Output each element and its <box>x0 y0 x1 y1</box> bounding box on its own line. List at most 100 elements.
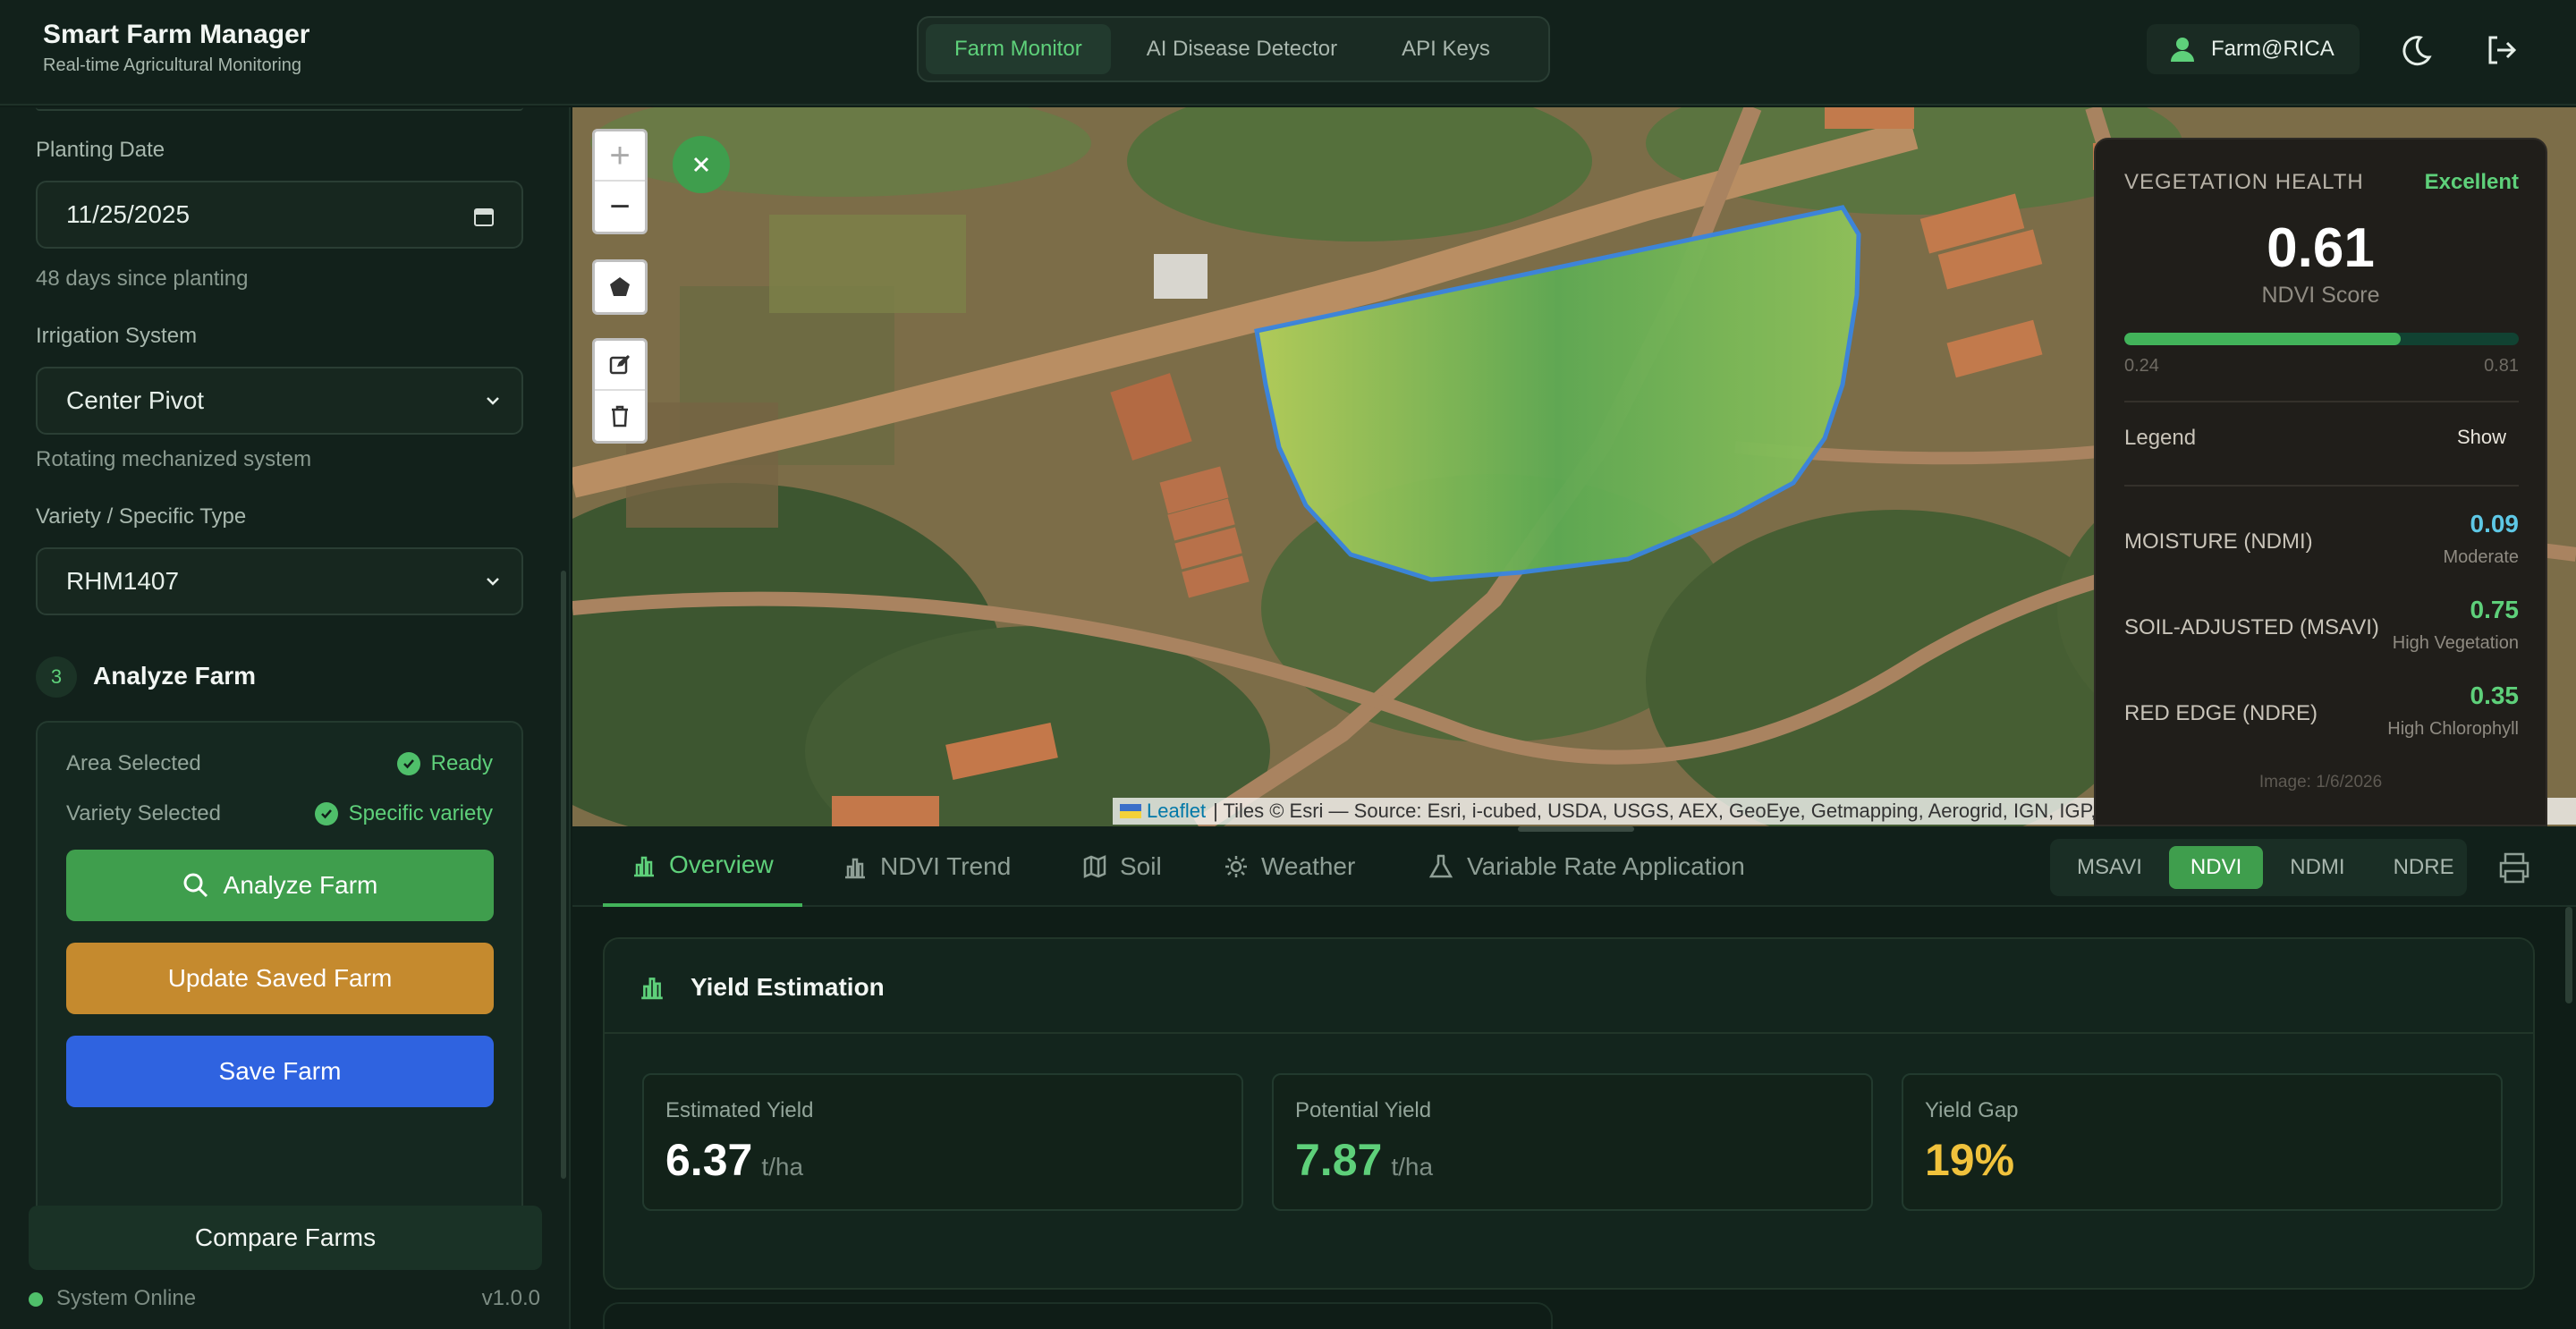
update-saved-farm-button[interactable]: Update Saved Farm <box>66 943 494 1014</box>
ndvi-range-min: 0.24 <box>2124 356 2159 376</box>
zoom-in-button[interactable]: + <box>595 131 645 182</box>
check-icon <box>396 752 420 775</box>
index-name: MOISTURE (NDMI) <box>2124 529 2313 554</box>
area-status: Ready <box>396 751 493 776</box>
save-farm-button[interactable]: Save Farm <box>66 1036 494 1107</box>
app-header: Smart Farm Manager Real-time Agricultura… <box>0 0 2576 106</box>
vegetation-health-panel: VEGETATION HEALTH Excellent 0.61 NDVI Sc… <box>2094 138 2547 826</box>
tab-variable-rate-application[interactable]: Variable Rate Application <box>1428 826 1745 907</box>
content-scrollbar[interactable] <box>2565 907 2572 1003</box>
index-option-ndvi[interactable]: NDVI <box>2168 846 2264 889</box>
moon-icon[interactable] <box>2397 32 2433 68</box>
index-value: 0.09 <box>2470 510 2520 538</box>
draw-polygon-button[interactable] <box>595 262 645 312</box>
tab-weather[interactable]: Weather <box>1224 826 1355 907</box>
step-badge: 3 <box>36 656 77 698</box>
metric-number: 6.37 <box>665 1135 753 1185</box>
tab-soil[interactable]: Soil <box>1082 826 1162 907</box>
divider <box>2124 401 2519 402</box>
irrigation-select[interactable]: Center Pivot <box>36 367 523 435</box>
tab-label: Soil <box>1120 852 1162 880</box>
user-icon <box>2171 38 2194 62</box>
vegetation-heading: VEGETATION HEALTH <box>2124 170 2364 194</box>
index-option-ndmi[interactable]: NDMI <box>2268 846 2366 889</box>
close-draw-button[interactable] <box>673 136 730 193</box>
overview-content: Yield Estimation Estimated Yield 6.37 t/h… <box>572 909 2576 1329</box>
chevron-down-icon <box>487 578 499 586</box>
calendar-icon[interactable] <box>473 206 495 227</box>
legend-show-toggle[interactable]: Show <box>2457 426 2506 449</box>
zoom-control: + − <box>592 129 648 234</box>
metric-estimated-yield: Estimated Yield 6.37 t/ha <box>642 1073 1243 1211</box>
map-icon <box>1083 855 1106 878</box>
zoom-out-button[interactable]: − <box>595 182 645 232</box>
planting-date-value: 11/25/2025 <box>66 200 191 228</box>
ndvi-range-bar <box>2124 333 2519 345</box>
image-date: Image: 1/6/2026 <box>2258 773 2383 791</box>
index-value: 0.75 <box>2470 596 2520 623</box>
vegetation-rating: Excellent <box>2424 170 2519 194</box>
metric-label: Estimated Yield <box>665 1098 814 1122</box>
card-header: Yield Estimation <box>605 939 2533 1034</box>
metric-label: Potential Yield <box>1295 1098 1432 1122</box>
nav-farm-monitor[interactable]: Farm Monitor <box>926 24 1111 74</box>
index-name: RED EDGE (NDRE) <box>2124 701 2318 725</box>
check-icon <box>314 802 338 825</box>
yield-estimation-card: Yield Estimation Estimated Yield 6.37 t/h… <box>603 937 2535 1290</box>
ndvi-score-label: NDVI Score <box>2261 283 2380 308</box>
metric-value: 7.87 t/ha <box>1295 1134 1433 1186</box>
analyze-farm-button[interactable]: Analyze Farm <box>66 850 494 921</box>
tab-overview[interactable]: Overview <box>603 826 802 907</box>
delete-layers-button[interactable] <box>595 391 645 441</box>
edit-icon <box>609 355 630 375</box>
compare-farms-button[interactable]: Compare Farms <box>29 1206 542 1270</box>
sun-icon <box>1225 856 1247 877</box>
system-status: System Online <box>56 1286 197 1310</box>
logout-icon[interactable] <box>2483 32 2519 68</box>
metric-value: 19% <box>1925 1134 2023 1186</box>
index-option-ndre[interactable]: NDRE <box>2372 846 2476 889</box>
days-since-planting: 48 days since planting <box>36 267 249 291</box>
search-icon <box>183 873 208 898</box>
variety-value: RHM1407 <box>66 567 180 595</box>
edit-layers-button[interactable] <box>595 341 645 391</box>
status-dot <box>29 1292 43 1307</box>
print-icon[interactable] <box>2496 850 2532 885</box>
divider <box>2124 485 2519 487</box>
planting-date-input[interactable]: 11/25/2025 <box>36 181 523 249</box>
sidebar-scrollbar[interactable] <box>561 571 566 1179</box>
user-menu[interactable]: Farm@RICA <box>2147 24 2360 74</box>
metric-number: 7.87 <box>1295 1135 1383 1185</box>
sidebar: Planting Date 11/25/2025 48 days since p… <box>0 107 571 1329</box>
ndvi-range-fill <box>2124 333 2401 345</box>
irrigation-hint: Rotating mechanized system <box>36 447 312 471</box>
card-title: Yield Estimation <box>691 973 885 1001</box>
app-version: v1.0.0 <box>481 1286 540 1310</box>
index-description: High Vegetation <box>2392 633 2519 653</box>
legend-label: Legend <box>2124 426 2197 450</box>
index-option-msavi[interactable]: MSAVI <box>2055 846 2164 889</box>
bar-chart-icon <box>634 856 654 877</box>
index-description: Moderate <box>2443 547 2520 567</box>
tab-ndvi-trend[interactable]: NDVI Trend <box>843 826 1011 907</box>
irrigation-value: Center Pivot <box>66 386 205 414</box>
nav-ai-disease-detector[interactable]: AI Disease Detector <box>1118 24 1366 74</box>
variety-select[interactable]: RHM1407 <box>36 547 523 615</box>
panel-resize-handle[interactable] <box>1518 826 1634 832</box>
metric-value: 6.37 t/ha <box>665 1134 803 1186</box>
metric-unit: t/ha <box>761 1153 804 1181</box>
variety-selected-label: Variety Selected <box>66 801 221 825</box>
app-subtitle: Real-time Agricultural Monitoring <box>43 55 302 75</box>
nav-api-keys[interactable]: API Keys <box>1373 24 1519 74</box>
variety-status: Specific variety <box>314 801 493 826</box>
pentagon-icon <box>610 277 630 296</box>
ndvi-score: 0.61 <box>2267 217 2375 279</box>
leaflet-link[interactable]: Leaflet <box>1147 800 1206 823</box>
metric-number: 19% <box>1925 1135 2015 1185</box>
area-selected-label: Area Selected <box>66 751 201 775</box>
index-name: SOIL-ADJUSTED (MSAVI) <box>2124 615 2379 639</box>
user-name: Farm@RICA <box>2211 37 2334 61</box>
index-description: High Chlorophyll <box>2387 719 2519 739</box>
previous-field-edge <box>36 107 523 111</box>
metric-label: Yield Gap <box>1925 1098 2019 1122</box>
